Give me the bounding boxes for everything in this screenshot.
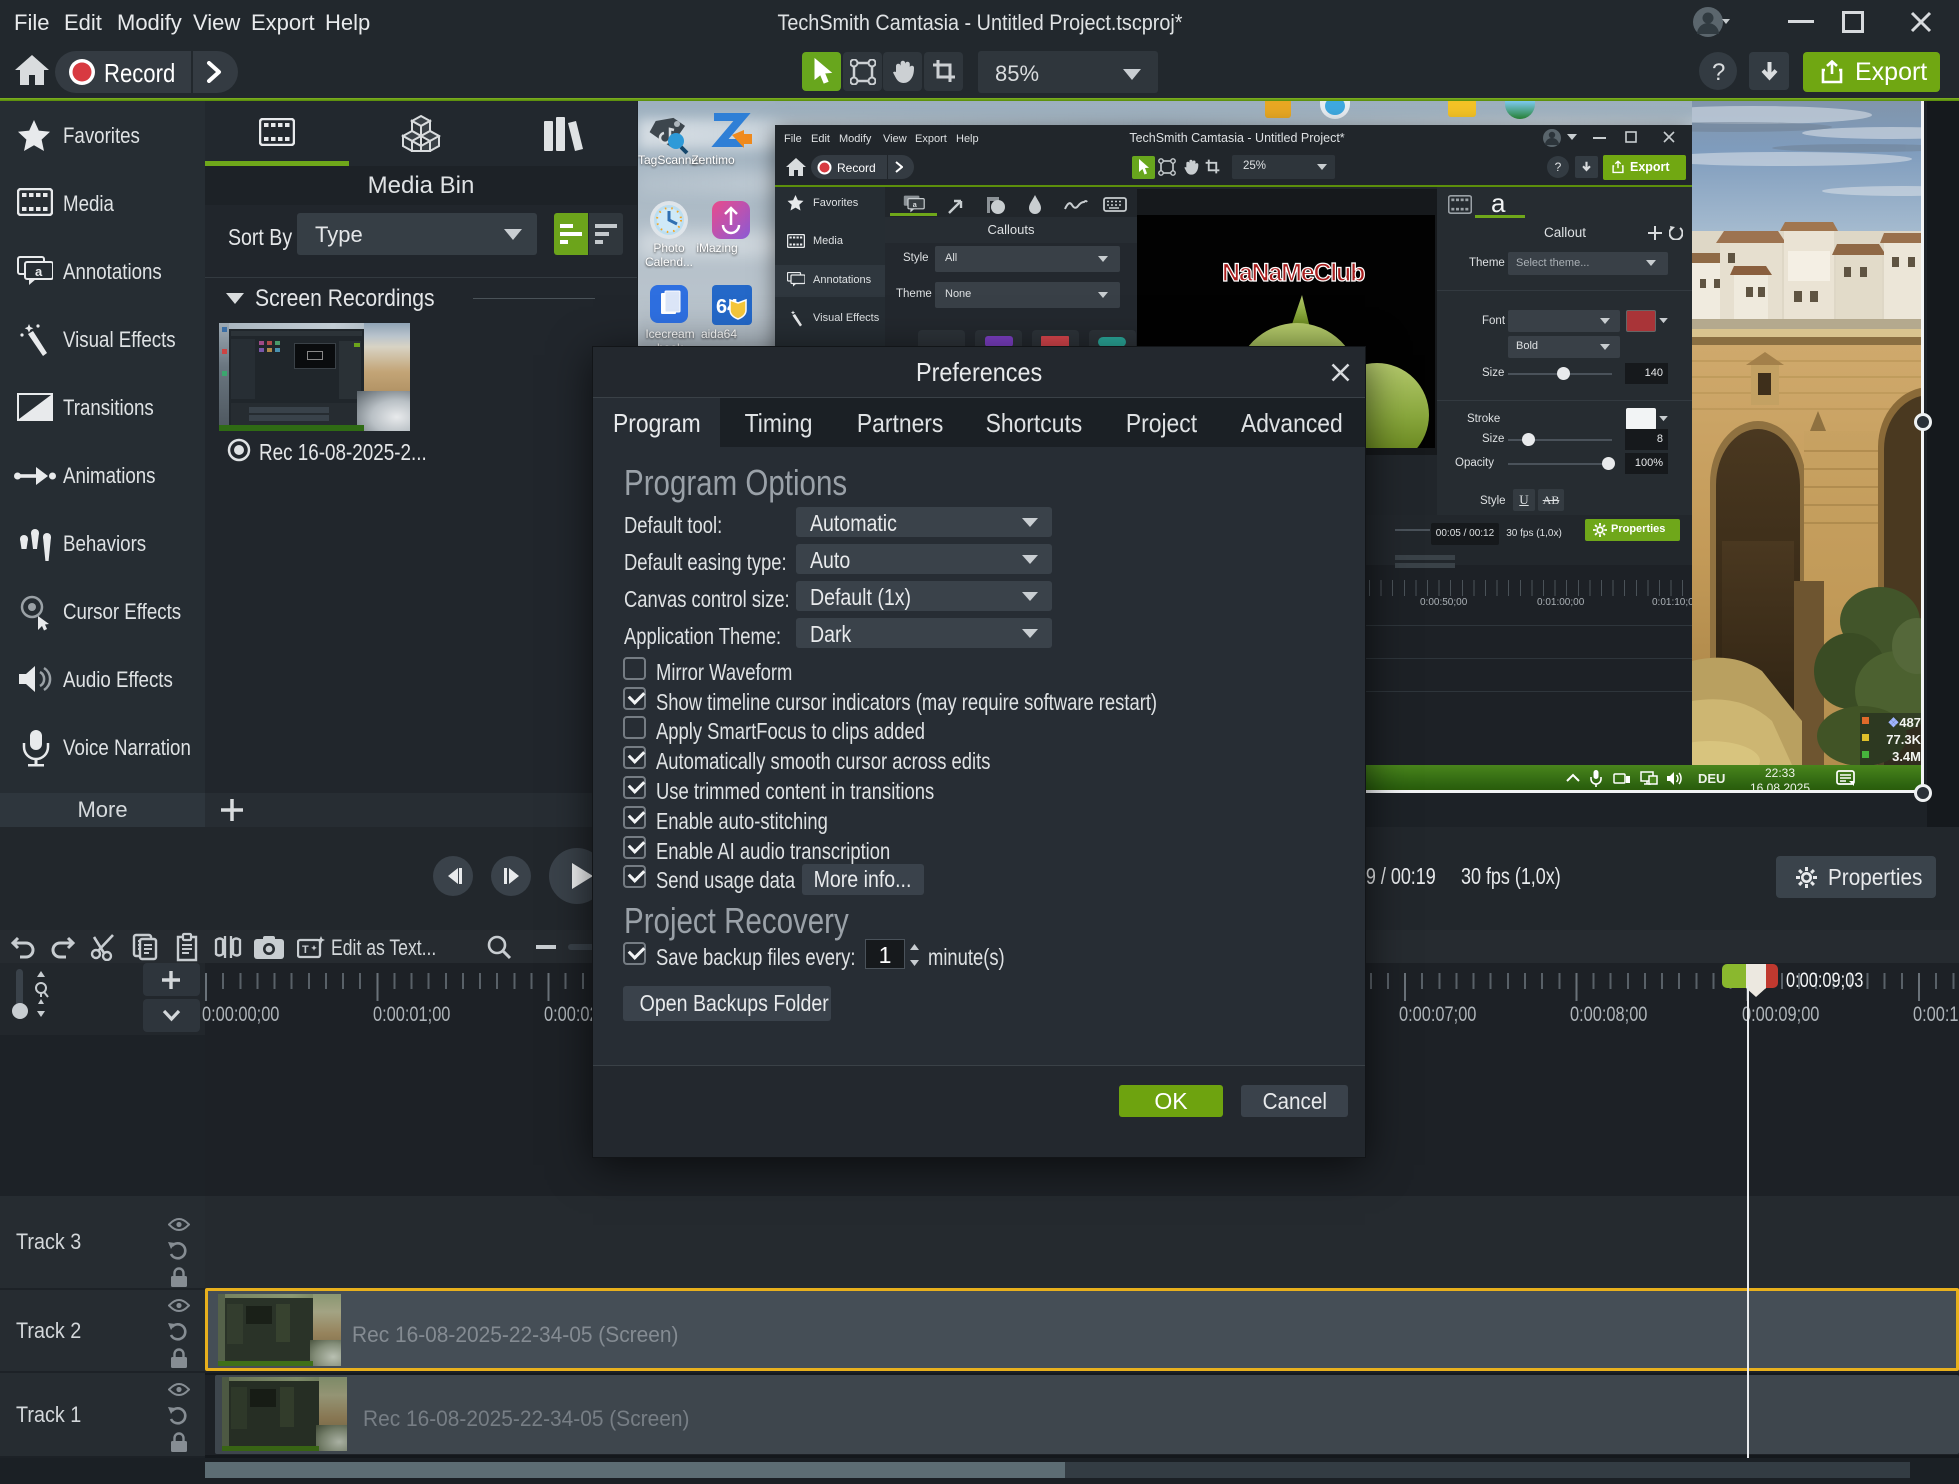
svg-text:NaNaMeClub: NaNaMeClub bbox=[1222, 259, 1365, 287]
svg-text:a: a bbox=[35, 264, 43, 279]
svg-text:T: T bbox=[302, 944, 309, 956]
